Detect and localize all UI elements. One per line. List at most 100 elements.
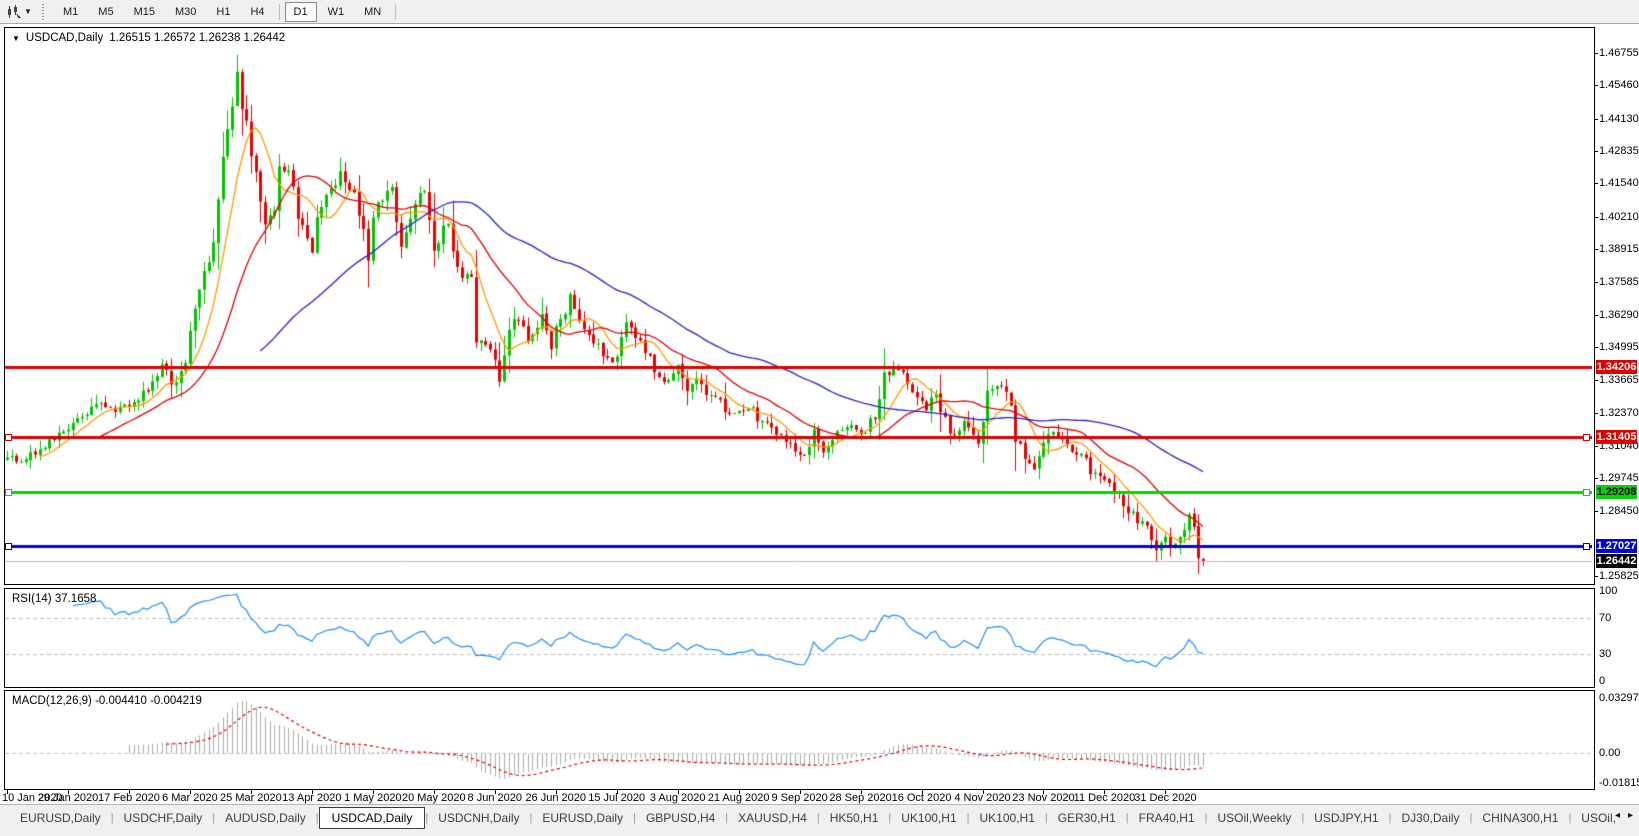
price-axis-tick-label: 1.37585 — [1599, 276, 1639, 289]
price-axis-tick-mark — [1594, 380, 1598, 381]
chart-symbol-period: USDCAD,Daily — [25, 32, 104, 44]
timeframe-button-m30[interactable]: M30 — [166, 2, 205, 22]
macd-axis-label: 0.032972 — [1599, 692, 1639, 705]
price-axis-tick-mark — [1594, 347, 1598, 348]
chart-tab-usdchf-daily[interactable]: USDCHF,Daily — [114, 807, 213, 829]
timeframe-button-m1[interactable]: M1 — [54, 2, 87, 22]
macd-indicator-panel[interactable]: MACD(12,26,9) -0.004410 -0.004219 — [4, 690, 1595, 790]
price-axis-tick-mark — [1594, 85, 1598, 86]
symbol-tab-bar: EURUSD,Daily | USDCHF,Daily | AUDUSD,Daily | U… — [0, 804, 1639, 830]
date-axis-tick-mark — [495, 790, 496, 794]
chart-tab-ger30-h1[interactable]: GER30,H1 — [1048, 807, 1126, 829]
timeframe-button-d1[interactable]: D1 — [284, 1, 317, 22]
price-axis-tick-label: 1.41540 — [1599, 177, 1639, 190]
rsi-axis-label: 30 — [1599, 648, 1612, 660]
price-axis-tick-label: 1.29745 — [1599, 472, 1639, 485]
line-selection-handle[interactable] — [1583, 489, 1590, 496]
dropdown-arrow-icon[interactable]: ▼ — [22, 7, 34, 16]
chart-tab-usdcad-daily[interactable]: USDCAD,Daily — [318, 806, 426, 829]
line-selection-handle[interactable] — [5, 489, 12, 496]
macd-axis-label: -0.018154 — [1599, 777, 1639, 790]
price-axis-tick-mark — [1594, 446, 1598, 447]
timeframe-button-mn[interactable]: MN — [355, 2, 390, 22]
price-axis-tick-label: 1.38915 — [1599, 243, 1639, 255]
price-axis-tick-mark — [1594, 53, 1598, 54]
chart-tab-audusd-daily[interactable]: AUDUSD,Daily — [215, 807, 316, 829]
toolbar-separator — [395, 3, 397, 20]
chart-tab-eurusd-daily[interactable]: EURUSD,Daily — [532, 807, 633, 829]
date-axis-tick-mark — [739, 790, 740, 794]
tab-scroll-right-icon[interactable]: ▸ — [1628, 810, 1633, 821]
date-axis-tick-mark — [434, 790, 435, 794]
timeframe-button-w1[interactable]: W1 — [319, 2, 354, 22]
rsi-label: RSI(14) 37.1658 — [12, 593, 97, 605]
chart-tab-dj30-daily[interactable]: DJ30,Daily — [1392, 807, 1470, 829]
timeframe-button-m15[interactable]: M15 — [125, 2, 164, 22]
date-axis-tick-mark — [312, 790, 313, 794]
price-axis-tick-label: 1.33665 — [1599, 374, 1639, 387]
date-axis-tick-mark — [617, 790, 618, 794]
timeframe-button-m5[interactable]: M5 — [89, 2, 122, 22]
price-axis-tick-label: 1.46755 — [1599, 47, 1639, 59]
rsi-axis-label: 100 — [1599, 585, 1618, 597]
rsi-chart-canvas[interactable] — [5, 589, 1592, 685]
candlestick-chart-canvas[interactable] — [5, 28, 1592, 582]
date-axis-tick-mark — [7, 790, 8, 794]
rsi-axis-label: 70 — [1599, 612, 1612, 624]
chart-tab-usdjpy-h1[interactable]: USDJPY,H1 — [1304, 807, 1388, 829]
chart-tab-usdcnh-daily[interactable]: USDCNH,Daily — [428, 807, 529, 829]
price-axis-tick-label: 1.32370 — [1599, 406, 1639, 419]
collapse-triangle-icon[interactable]: ▼ — [12, 34, 20, 43]
chart-tab-eurusd-daily[interactable]: EURUSD,Daily — [10, 807, 111, 829]
chart-tab-hk50-h1[interactable]: HK50,H1 — [820, 807, 889, 829]
price-line-badge: 1.34206 — [1596, 359, 1637, 374]
chart-tab-gbpusd-h4[interactable]: GBPUSD,H4 — [636, 807, 725, 829]
rsi-axis-label: 0 — [1599, 675, 1606, 687]
price-axis-tick-mark — [1594, 413, 1598, 414]
price-axis-tick-label: 1.45460 — [1599, 79, 1639, 92]
timeframe-button-h4[interactable]: H4 — [241, 2, 273, 22]
date-axis-tick-mark — [68, 790, 69, 794]
chart-tab-china300-h1[interactable]: CHINA300,H1 — [1472, 807, 1568, 829]
line-selection-handle[interactable] — [5, 434, 12, 441]
price-axis-tick-mark — [1594, 119, 1598, 120]
date-axis-tick-mark — [678, 790, 679, 794]
line-selection-handle[interactable] — [5, 543, 12, 550]
date-axis-tick-mark — [1043, 790, 1044, 794]
timeframe-toolbar: ▼ M1 M5 M15 M30 H1 H4 D1 W1 MN — [0, 0, 1639, 24]
date-axis-tick-mark — [800, 790, 801, 794]
macd-axis-label: 0.00 — [1599, 747, 1621, 759]
price-axis-tick-label: 1.40210 — [1599, 210, 1639, 223]
price-chart-panel[interactable]: ▼ USDCAD,Daily 1.26515 1.26572 1.26238 1… — [4, 27, 1595, 585]
timeframe-button-h1[interactable]: H1 — [207, 2, 239, 22]
status-strip — [0, 830, 1639, 836]
price-line-badge: 1.27027 — [1596, 539, 1637, 554]
price-axis-tick-mark — [1594, 511, 1598, 512]
date-axis-tick-mark — [861, 790, 862, 794]
chart-tab-uk100-h1[interactable]: UK100,H1 — [970, 807, 1045, 829]
price-axis-tick-label: 1.28450 — [1599, 504, 1639, 517]
chart-tab-fra40-h1[interactable]: FRA40,H1 — [1129, 807, 1205, 829]
date-axis-tick-mark — [1104, 790, 1105, 794]
chart-tab-uk100-h1[interactable]: UK100,H1 — [891, 807, 966, 829]
line-selection-handle[interactable] — [1583, 543, 1590, 550]
toolbar-grip[interactable] — [40, 3, 45, 20]
macd-chart-canvas[interactable] — [5, 691, 1592, 787]
price-axis-tick-label: 1.34995 — [1599, 341, 1639, 353]
chart-tab-xauusd-h4[interactable]: XAUUSD,H4 — [728, 807, 817, 829]
price-axis-tick-mark — [1594, 183, 1598, 184]
tab-scroll-left-icon[interactable]: ◂ — [1615, 810, 1620, 821]
date-axis-tick-mark — [983, 790, 984, 794]
chart-cursor-icon[interactable] — [4, 4, 22, 20]
line-selection-handle[interactable] — [1583, 434, 1590, 441]
date-axis-tick-mark — [1165, 790, 1166, 794]
chart-ohlc-quotes: 1.26515 1.26572 1.26238 1.26442 — [109, 32, 286, 44]
trading-terminal-window: ▼ M1 M5 M15 M30 H1 H4 D1 W1 MN ▼ USDCAD,Daily 1.… — [0, 0, 1639, 836]
price-axis-tick-label: 1.25825 — [1599, 570, 1639, 583]
date-axis-tick-mark — [129, 790, 130, 794]
toolbar-separator — [278, 3, 280, 20]
date-axis-tick-mark — [190, 790, 191, 794]
tab-scroll-arrows: ◂ ▸ — [1615, 810, 1633, 821]
chart-tab-usoil-weekly[interactable]: USOil,Weekly — [1208, 807, 1302, 829]
rsi-indicator-panel[interactable]: RSI(14) 37.1658 — [4, 588, 1595, 688]
